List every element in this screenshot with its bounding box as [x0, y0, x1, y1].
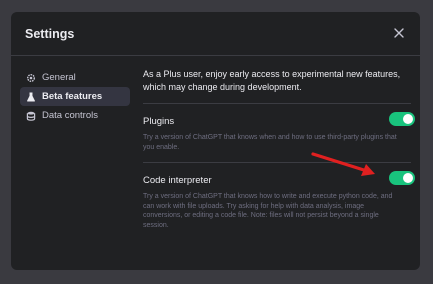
database-icon: [26, 111, 36, 121]
dialog-title: Settings: [25, 27, 75, 41]
sidebar-item-label: Data controls: [42, 110, 98, 121]
settings-dialog: Settings General Beta features Data cont…: [11, 12, 420, 270]
flask-icon: [26, 92, 36, 102]
code-interpreter-toggle[interactable]: [389, 171, 415, 185]
feature-row-plugins: Plugins Try a version of ChatGPT that kn…: [143, 112, 415, 152]
dialog-header: Settings: [11, 12, 420, 56]
close-icon[interactable]: [392, 26, 406, 40]
toggle-knob: [403, 114, 413, 124]
divider: [143, 103, 411, 104]
sidebar-item-label: Beta features: [42, 91, 103, 102]
red-arrow-annotation: [311, 152, 375, 176]
intro-text: As a Plus user, enjoy early access to ex…: [143, 69, 401, 92]
sidebar-item-data-controls[interactable]: Data controls: [20, 106, 130, 125]
gear-icon: [26, 73, 36, 83]
sidebar-item-general[interactable]: General: [20, 68, 130, 87]
plugins-toggle[interactable]: [389, 112, 415, 126]
feature-label: Plugins: [143, 116, 175, 127]
sidebar-item-label: General: [42, 72, 76, 83]
sidebar-item-beta-features[interactable]: Beta features: [20, 87, 130, 106]
feature-row-code-interpreter: Code interpreter Try a version of ChatGP…: [143, 171, 415, 230]
beta-features-panel: As a Plus user, enjoy early access to ex…: [143, 68, 415, 230]
toggle-knob: [403, 173, 413, 183]
feature-description: Try a version of ChatGPT that knows how …: [143, 193, 393, 229]
settings-sidebar: General Beta features Data controls: [20, 68, 130, 125]
